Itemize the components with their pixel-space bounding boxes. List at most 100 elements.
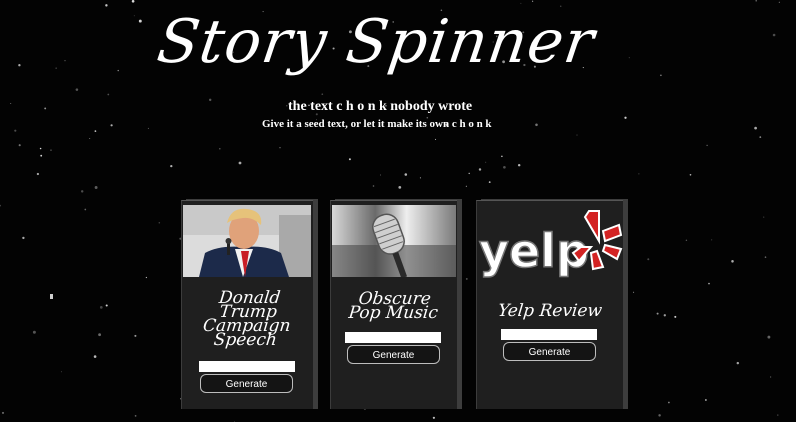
star: [380, 174, 381, 176]
star: [170, 164, 173, 168]
star: [434, 138, 437, 140]
seed-text-input[interactable]: [501, 329, 597, 340]
star: [633, 291, 635, 293]
star: [105, 4, 108, 7]
star: [138, 19, 142, 23]
star: [219, 148, 221, 150]
star: [75, 88, 79, 91]
star: [658, 414, 661, 417]
star: [755, 0, 757, 2]
star: [468, 172, 470, 175]
star: [656, 312, 659, 315]
star: [321, 93, 324, 96]
star: [18, 144, 21, 147]
star: [711, 239, 713, 241]
star: [1, 411, 5, 414]
star: [398, 186, 402, 189]
card-yelp-review: yelp Yelp Review Generate: [476, 200, 623, 409]
star: [117, 69, 119, 72]
star: [40, 154, 43, 157]
star: [485, 161, 487, 163]
generate-button[interactable]: Generate: [200, 374, 293, 393]
star: [772, 33, 776, 37]
card-title: Donald Trump Campaign Speech: [201, 288, 292, 350]
star: [759, 136, 762, 138]
star: [22, 236, 25, 240]
star: [98, 333, 101, 337]
star: [110, 124, 113, 127]
star: [503, 165, 506, 169]
star: [10, 102, 12, 105]
star: [404, 173, 408, 176]
star: [80, 190, 84, 193]
star: [465, 185, 467, 187]
star: [674, 315, 677, 318]
star: [668, 401, 670, 404]
star: [763, 216, 765, 218]
star: [36, 172, 40, 176]
vintage-microphone-photo: [332, 205, 456, 277]
star: [706, 144, 708, 147]
star: [107, 93, 110, 96]
star: [99, 306, 103, 309]
generate-button[interactable]: Generate: [347, 345, 440, 364]
generate-button[interactable]: Generate: [503, 342, 596, 361]
star: [501, 155, 503, 158]
star: [94, 130, 97, 132]
star: [432, 416, 435, 419]
star: [279, 147, 281, 149]
star: [488, 181, 491, 184]
page-subtitle: the text c h o n k nobody wrote: [288, 99, 473, 114]
star: [133, 15, 135, 17]
star: [731, 260, 734, 263]
star: [131, 0, 135, 3]
star: [60, 371, 62, 373]
page-title: Story Spinner: [153, 7, 600, 77]
star: [778, 1, 780, 3]
yelp-logo-text: yelp: [479, 224, 589, 278]
star: [147, 127, 149, 129]
star: [84, 208, 87, 211]
star: [456, 315, 460, 319]
star: [64, 60, 66, 62]
star: [93, 355, 97, 358]
star: [708, 282, 710, 285]
star: [769, 376, 772, 378]
star: [348, 158, 351, 161]
star: [50, 149, 52, 151]
page-tagline: Give it a seed text, or let it make its …: [262, 118, 492, 130]
star: [689, 173, 692, 176]
star: [238, 161, 242, 165]
card-obscure-pop: Obscure Pop Music Generate: [330, 200, 457, 409]
star: [89, 137, 91, 140]
star: [465, 277, 468, 280]
star: [531, 0, 534, 2]
star: [18, 64, 21, 67]
star: [372, 185, 375, 187]
star: [736, 361, 740, 365]
mouse-cursor: [50, 294, 53, 299]
card-trump-speech: Donald Trump Campaign Speech Generate: [181, 200, 313, 409]
star: [647, 258, 650, 261]
star: [535, 123, 538, 127]
star: [145, 276, 148, 279]
yelp-logo: yelp: [477, 207, 623, 287]
star: [32, 330, 36, 334]
star: [55, 67, 57, 69]
seed-text-input[interactable]: [199, 361, 295, 372]
star: [94, 186, 98, 189]
star: [767, 335, 771, 339]
star: [705, 399, 707, 401]
star: [105, 304, 108, 307]
star: [44, 107, 47, 110]
star: [777, 414, 779, 416]
donald-trump-photo: [183, 205, 311, 277]
card-title: Obscure Pop Music: [347, 289, 439, 323]
star: [685, 239, 688, 242]
star: [478, 168, 482, 171]
star: [517, 163, 521, 167]
star: [134, 415, 137, 417]
seed-text-input[interactable]: [345, 332, 441, 343]
star: [764, 256, 767, 258]
star: [14, 129, 17, 132]
